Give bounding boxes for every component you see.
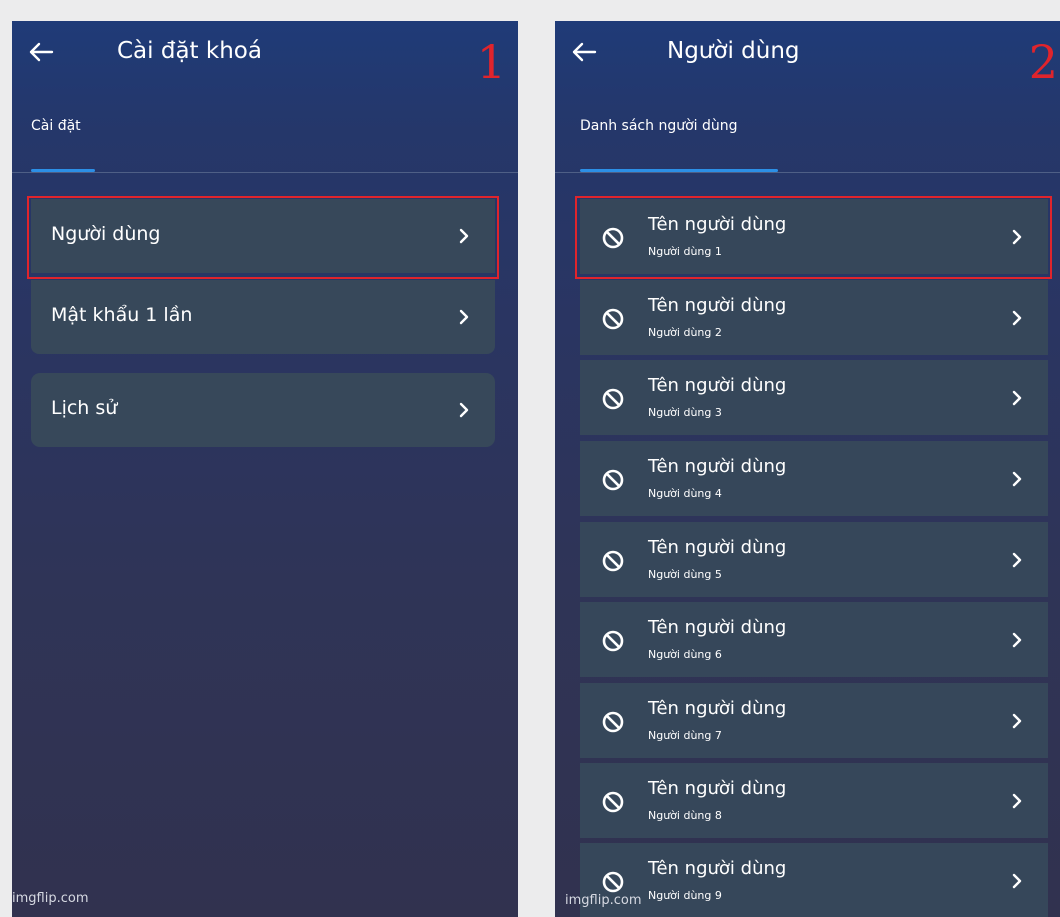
ban-icon [602,711,624,733]
user-list-item[interactable]: Tên người dùng Người dùng 8 [580,763,1048,838]
ban-icon [602,871,624,893]
user-name: Tên người dùng [648,375,787,396]
ban-icon [602,550,624,572]
user-name: Tên người dùng [648,214,787,235]
app-bar: Người dùng 2 [555,21,1060,89]
chevron-right-icon [1012,552,1022,568]
arrow-left-icon[interactable] [28,41,54,63]
step-number: 2 [1028,35,1058,89]
user-name: Tên người dùng [648,537,787,558]
chevron-right-icon [1012,632,1022,648]
arrow-left-icon[interactable] [571,41,597,63]
user-list-item[interactable]: Tên người dùng Người dùng 5 [580,522,1048,597]
menu-item-label: Mật khẩu 1 lần [51,304,193,326]
chevron-right-icon [1012,713,1022,729]
users-screen: Người dùng 2 Danh sách người dùng Tên ng… [555,21,1060,917]
user-name: Tên người dùng [648,295,787,316]
user-list-item[interactable]: Tên người dùng Người dùng 6 [580,602,1048,677]
user-name: Tên người dùng [648,617,787,638]
ban-icon [602,630,624,652]
watermark: imgflip.com [565,893,642,908]
tab-divider [555,172,1060,173]
chevron-right-icon [459,402,469,418]
chevron-right-icon [1012,873,1022,889]
user-label: Người dùng 7 [648,729,722,742]
user-label: Người dùng 6 [648,648,722,661]
watermark: imgflip.com [12,891,89,906]
user-list-item[interactable]: Tên người dùng Người dùng 1 [580,199,1048,274]
user-label: Người dùng 2 [648,326,722,339]
user-name: Tên người dùng [648,698,787,719]
tab-divider [12,172,518,173]
user-list-item[interactable]: Tên người dùng Người dùng 9 [580,843,1048,917]
chevron-right-icon [459,228,469,244]
chevron-right-icon [1012,471,1022,487]
user-label: Người dùng 5 [648,568,722,581]
user-name: Tên người dùng [648,456,787,477]
user-name: Tên người dùng [648,858,787,879]
menu-item-users[interactable]: Người dùng [31,199,495,273]
lock-settings-screen: Cài đặt khoá 1 Cài đặt Người dùng Mật kh… [12,21,518,917]
user-label: Người dùng 4 [648,487,722,500]
ban-icon [602,388,624,410]
menu-item-one-time-password[interactable]: Mật khẩu 1 lần [31,280,495,354]
ban-icon [602,308,624,330]
menu-item-label: Lịch sử [51,397,118,419]
chevron-right-icon [1012,310,1022,326]
ban-icon [602,791,624,813]
menu-item-label: Người dùng [51,223,161,245]
chevron-right-icon [459,309,469,325]
tab-user-list[interactable]: Danh sách người dùng [580,118,738,134]
chevron-right-icon [1012,793,1022,809]
user-name: Tên người dùng [648,778,787,799]
step-number: 1 [476,35,506,89]
ban-icon [602,469,624,491]
user-label: Người dùng 8 [648,809,722,822]
user-list-item[interactable]: Tên người dùng Người dùng 4 [580,441,1048,516]
page-title: Người dùng [667,38,800,64]
user-list-item[interactable]: Tên người dùng Người dùng 7 [580,683,1048,758]
chevron-right-icon [1012,390,1022,406]
user-list-item[interactable]: Tên người dùng Người dùng 3 [580,360,1048,435]
menu-item-history[interactable]: Lịch sử [31,373,495,447]
user-list-item[interactable]: Tên người dùng Người dùng 2 [580,280,1048,355]
chevron-right-icon [1012,229,1022,245]
tab-settings[interactable]: Cài đặt [31,118,81,134]
page-title: Cài đặt khoá [117,38,262,64]
app-bar: Cài đặt khoá 1 [12,21,518,89]
user-label: Người dùng 3 [648,406,722,419]
ban-icon [602,227,624,249]
user-label: Người dùng 9 [648,889,722,902]
user-label: Người dùng 1 [648,245,722,258]
